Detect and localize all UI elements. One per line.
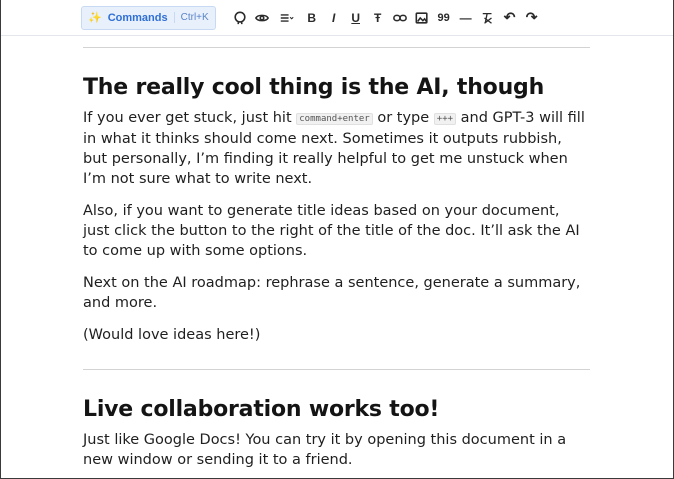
paragraph: Next on the AI roadmap: rephrase a sente… <box>83 275 581 311</box>
underline-button[interactable]: U <box>346 7 366 29</box>
format-tools: B I U Ŧ 99 — ↶ ↷ <box>230 7 544 29</box>
eye-icon[interactable] <box>252 7 272 29</box>
section-heading: The really cool thing is the AI, though <box>83 75 545 100</box>
image-icon[interactable] <box>412 7 432 29</box>
paragraph: Also, if you want to generate title idea… <box>83 203 580 259</box>
editor-window: ✨ Commands Ctrl+K B I U Ŧ 99 — ↶ ↷ The r… <box>0 0 674 479</box>
commands-label: Commands <box>107 11 168 24</box>
editor-toolbar: ✨ Commands Ctrl+K B I U Ŧ 99 — ↶ ↷ <box>1 0 673 36</box>
italic-button[interactable]: I <box>324 7 344 29</box>
link-icon[interactable] <box>390 7 410 29</box>
strikethrough-button[interactable]: Ŧ <box>368 7 388 29</box>
commands-button[interactable]: ✨ Commands Ctrl+K <box>81 5 216 30</box>
blockquote-button[interactable]: 99 <box>434 7 454 29</box>
divider <box>83 47 590 48</box>
magic-wand-icon: ✨ <box>88 12 102 24</box>
redo-button[interactable]: ↷ <box>522 7 542 29</box>
document-body[interactable]: The really cool thing is the AI, though … <box>83 36 590 470</box>
paragraph: Just like Google Docs! You can try it by… <box>83 432 567 468</box>
paragraph: If you ever get stuck, just hit command+… <box>83 110 585 187</box>
paragraph: (Would love ideas here!) <box>83 327 261 343</box>
inline-code: +++ <box>433 113 457 125</box>
horizontal-rule-button[interactable]: — <box>456 7 476 29</box>
clear-format-icon[interactable] <box>478 7 498 29</box>
commands-shortcut: Ctrl+K <box>173 12 209 23</box>
inline-code: command+enter <box>296 113 373 125</box>
list-icon[interactable] <box>274 7 300 29</box>
section-heading: Live collaboration works too! <box>83 397 440 422</box>
undo-button[interactable]: ↶ <box>500 7 520 29</box>
github-icon[interactable] <box>230 7 250 29</box>
bold-button[interactable]: B <box>302 7 322 29</box>
divider <box>83 369 590 370</box>
